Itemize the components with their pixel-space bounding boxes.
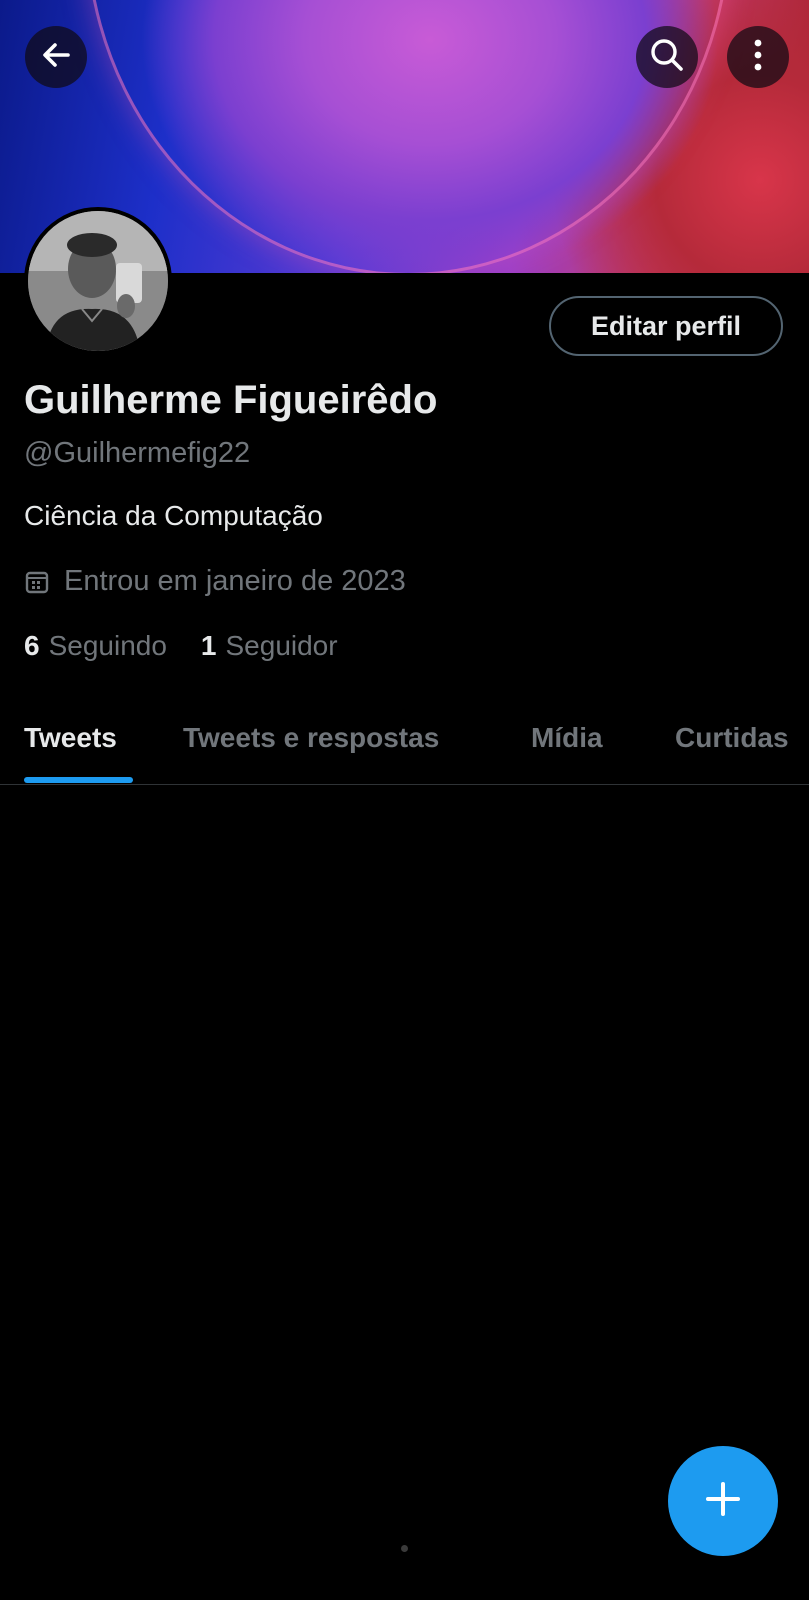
profile-name: Guilherme Figueirêdo [24,378,438,422]
more-options-button[interactable] [727,26,789,88]
following-count: 6 [24,630,40,661]
arrow-left-icon [38,37,74,78]
search-button[interactable] [636,26,698,88]
active-tab-indicator [24,777,133,783]
more-vertical-icon [752,37,764,78]
home-indicator [401,1545,408,1552]
profile-handle: @Guilhermefig22 [24,437,251,469]
joined-date: Entrou em janeiro de 2023 [24,565,406,598]
following-label: Seguindo [48,630,167,661]
followers-count: 1 [200,630,217,661]
followers-label: Seguidor [225,630,338,661]
tab-media[interactable]: Mídia [531,722,603,754]
follow-stats: 6 Seguindo 1 Seguidor [24,630,338,662]
compose-tweet-button[interactable] [668,1446,778,1556]
profile-tabs: Tweets Tweets e respostas Mídia Curtidas [0,700,809,785]
followers-link[interactable]: 1 Seguidor [201,630,338,662]
tab-tweets[interactable]: Tweets [24,722,117,754]
edit-profile-button[interactable]: Editar perfil [549,296,783,356]
avatar-photo [28,211,168,351]
calendar-icon [24,569,50,595]
tab-likes[interactable]: Curtidas [675,722,789,754]
back-button[interactable] [25,26,87,88]
search-icon [648,36,686,79]
tab-tweets-and-replies[interactable]: Tweets e respostas [183,722,439,754]
profile-bio: Ciência da Computação [24,500,323,531]
banner-arc [85,0,731,273]
plus-icon [703,1479,743,1524]
joined-text: Entrou em janeiro de 2023 [64,565,406,597]
following-link[interactable]: 6 Seguindo [24,630,167,662]
avatar[interactable] [24,207,172,355]
